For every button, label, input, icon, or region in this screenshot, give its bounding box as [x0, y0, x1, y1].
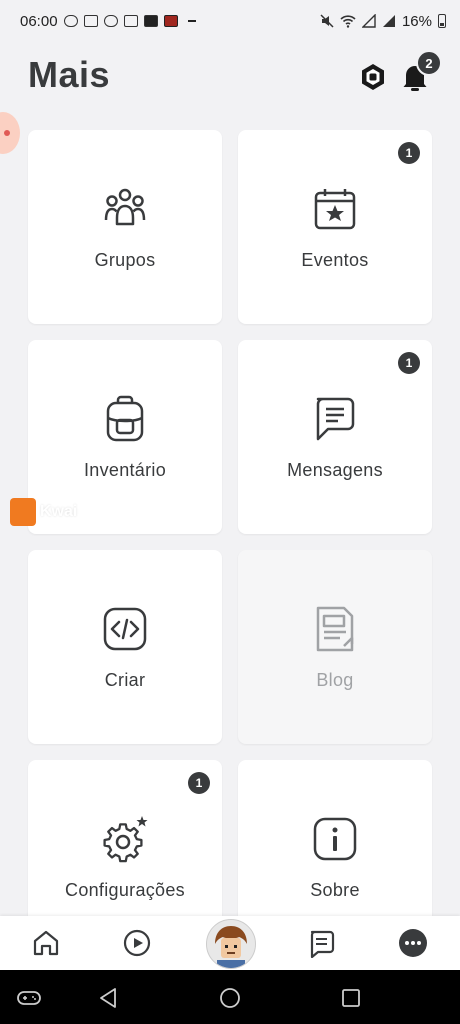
home-icon[interactable] [31, 928, 61, 958]
tile-label: Sobre [310, 880, 360, 900]
game-controller-icon[interactable] [16, 985, 42, 1011]
tile-groups[interactable]: Grupos [28, 130, 222, 324]
system-nav-bar [0, 970, 460, 1024]
status-left: 06:00 [20, 13, 196, 30]
tile-label: Grupos [94, 250, 156, 270]
back-icon[interactable] [96, 985, 122, 1011]
settings-badge: 1 [188, 772, 210, 794]
controller-icon [103, 15, 118, 27]
messages-badge: 1 [398, 352, 420, 374]
document-icon [123, 15, 138, 27]
backpack-icon [106, 395, 144, 442]
calendar-star-icon [314, 189, 356, 230]
notification-badge: 2 [416, 50, 442, 76]
gear-icon [103, 816, 148, 863]
status-right: 16% [320, 13, 446, 30]
more-icon[interactable] [398, 928, 428, 958]
tile-messages[interactable]: 1 Mensagens [238, 340, 432, 534]
status-time: 06:00 [20, 12, 58, 30]
events-badge: 1 [398, 142, 420, 164]
tile-label: Blog [316, 670, 354, 690]
kwai-logo-icon [10, 498, 36, 526]
header: Mais [0, 50, 460, 100]
status-bar: 06:00 16% [0, 0, 460, 42]
battery-percent: 16% [401, 12, 432, 30]
tile-label: Inventário [83, 460, 167, 480]
signal-icon-2 [382, 15, 395, 27]
chat-icon[interactable] [306, 928, 336, 958]
dash-icon [187, 20, 196, 22]
bottom-nav [0, 916, 460, 970]
wifi-icon [340, 15, 356, 28]
page-title: Mais [28, 54, 111, 95]
robux-icon[interactable] [358, 62, 388, 92]
info-icon [313, 817, 357, 861]
tile-label: Mensagens [287, 460, 383, 480]
notification-icon [83, 15, 98, 27]
recents-icon[interactable] [338, 985, 364, 1011]
code-icon [103, 607, 147, 651]
home-button-icon[interactable] [217, 985, 243, 1011]
blog-icon [316, 606, 354, 652]
mute-icon [320, 14, 334, 28]
watermark-text: Kwai [40, 503, 78, 520]
groups-icon [104, 188, 146, 226]
avatar-image [207, 920, 255, 968]
tile-events[interactable]: 1 Eventos [238, 130, 432, 324]
avatar[interactable] [206, 919, 256, 969]
app-red-icon [163, 15, 178, 27]
tile-label: Eventos [301, 250, 369, 270]
message-icon [316, 397, 355, 441]
tile-label: Configurações [65, 880, 185, 900]
tile-label: Criar [104, 670, 146, 690]
gamepad-icon [63, 15, 78, 27]
floating-bubble[interactable] [0, 112, 20, 154]
play-icon[interactable] [122, 928, 152, 958]
battery-icon [438, 14, 446, 28]
kwai-watermark: Kwai [10, 498, 77, 526]
signal-icon [361, 14, 376, 28]
tile-create[interactable]: Criar [28, 550, 222, 744]
tile-blog[interactable]: Blog [238, 550, 432, 744]
app-play-icon [143, 15, 158, 27]
